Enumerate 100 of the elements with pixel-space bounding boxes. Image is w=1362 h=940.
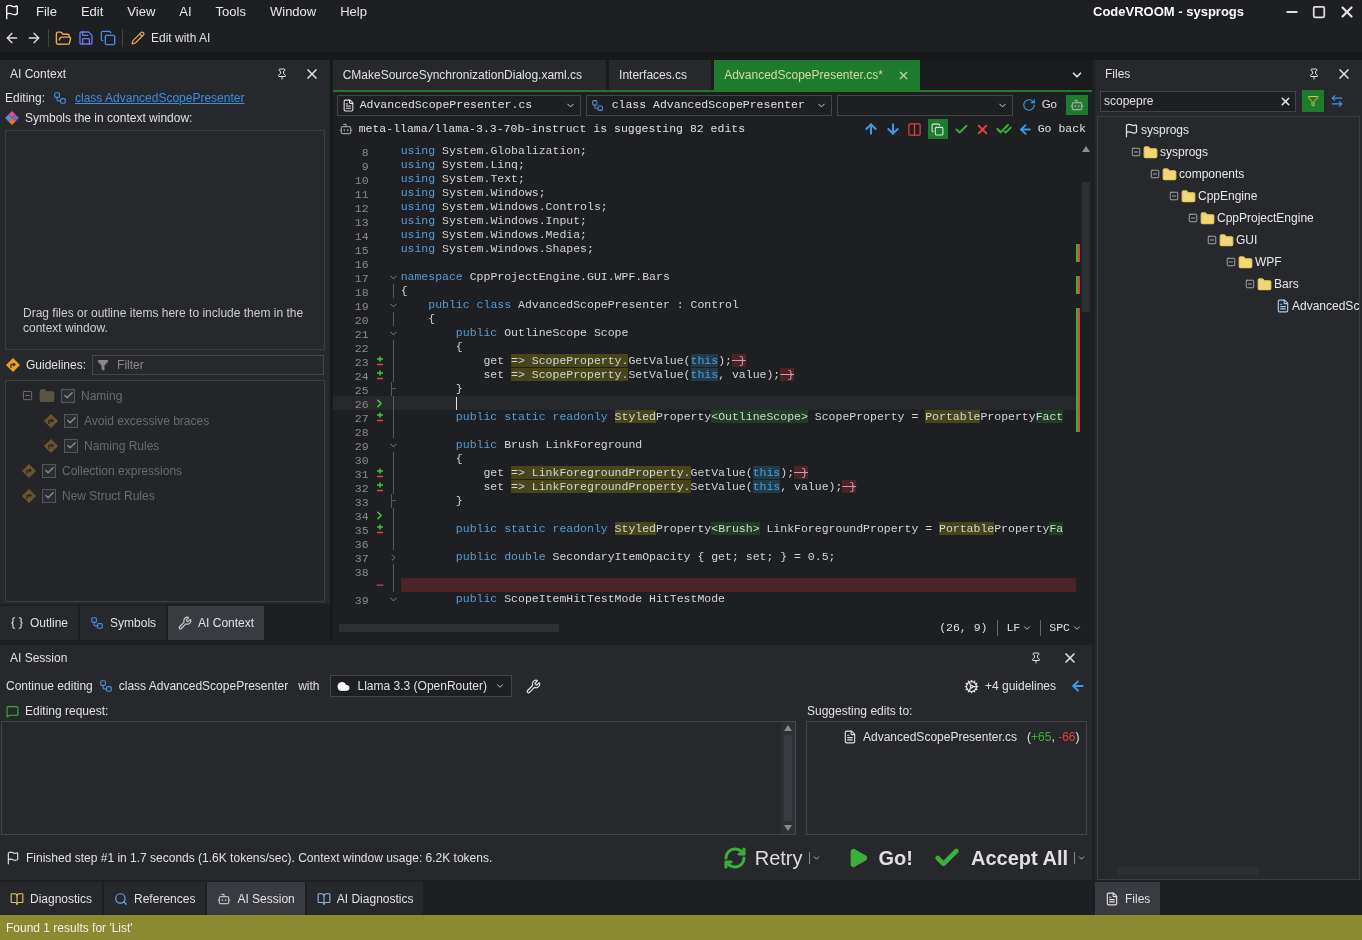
- forward-button[interactable]: [26, 30, 42, 46]
- panel-tab[interactable]: Symbols: [80, 606, 167, 640]
- class-dropdown[interactable]: class AdvancedScopePresenter: [585, 94, 832, 116]
- retry-menu-button[interactable]: [808, 851, 821, 864]
- open-folder-button[interactable]: [55, 29, 72, 47]
- plus-minus-icon: [375, 482, 384, 492]
- menu-item[interactable]: Edit: [68, 2, 116, 22]
- plus-minus-icon: [375, 524, 384, 534]
- file-icon: [341, 98, 355, 112]
- line-number: 18: [354, 286, 369, 299]
- signpost-icon: [22, 463, 36, 478]
- line-number: 33: [354, 496, 369, 509]
- change-summary: (+65, -66): [1027, 729, 1080, 746]
- editor-tab[interactable]: Interfaces.cs: [609, 60, 712, 90]
- diff-view-button[interactable]: [906, 121, 922, 137]
- line-number: 16: [354, 258, 369, 271]
- collapse-icon[interactable]: [1150, 169, 1160, 179]
- line-ending-dropdown[interactable]: LF: [1002, 619, 1037, 637]
- accept-all-button[interactable]: [995, 121, 1012, 137]
- save-all-button[interactable]: [100, 30, 116, 46]
- line-number: 17: [354, 272, 369, 285]
- panel-tab[interactable]: AI Diagnostics: [306, 882, 424, 915]
- pin-button[interactable]: [1030, 652, 1042, 664]
- continue-label: Continue editing: [6, 678, 93, 695]
- back-button[interactable]: [4, 30, 20, 46]
- line-number: 32: [354, 482, 369, 495]
- scroll-up-icon[interactable]: [1082, 146, 1090, 152]
- accept-all-button[interactable]: Accept All: [932, 842, 1068, 873]
- tree-item[interactable]: components: [1179, 165, 1245, 183]
- menu-item[interactable]: File: [24, 2, 69, 22]
- panel-tab[interactable]: AI Session: [207, 882, 305, 915]
- panel-title: AI Context: [10, 66, 68, 83]
- go-button[interactable]: Go: [1017, 96, 1061, 114]
- collapse-icon[interactable]: [1207, 235, 1217, 245]
- tree-item[interactable]: Bars: [1274, 275, 1299, 293]
- class-link[interactable]: class AdvancedScopePresenter: [75, 89, 245, 107]
- pencil-icon: [131, 31, 145, 45]
- retry-button[interactable]: Retry: [722, 842, 803, 873]
- notebook-icon: [10, 891, 24, 906]
- panel-tab[interactable]: AI Context: [168, 606, 265, 640]
- menu-item[interactable]: Window: [257, 2, 329, 22]
- go-button[interactable]: Go!: [846, 842, 913, 873]
- redo-arrow-icon: [1021, 98, 1036, 112]
- collapse-icon[interactable]: [1245, 279, 1255, 289]
- panel-tab[interactable]: Diagnostics: [0, 882, 103, 915]
- clear-button[interactable]: [1279, 94, 1292, 108]
- scroll-up-icon[interactable]: [784, 725, 792, 731]
- panel-tab[interactable]: References: [104, 882, 206, 915]
- collapse-icon[interactable]: [1226, 257, 1236, 267]
- model-dropdown[interactable]: Llama 3.3 (OpenRouter): [329, 675, 512, 697]
- tree-item[interactable]: CppProjectEngine: [1217, 209, 1314, 227]
- folder-icon: [1181, 188, 1196, 204]
- menu-item[interactable]: View: [115, 2, 168, 22]
- inline-view-button[interactable]: [927, 119, 948, 139]
- tree-item[interactable]: sysprogs: [1160, 143, 1209, 161]
- line-number: 22: [354, 342, 369, 355]
- line-number: 23: [354, 356, 369, 369]
- indent-dropdown[interactable]: SPC: [1045, 619, 1086, 637]
- class-icon: [90, 616, 105, 630]
- guidelines-count[interactable]: +4 guidelines: [984, 677, 1056, 695]
- collapse-icon[interactable]: [1188, 213, 1198, 223]
- menu-item[interactable]: Help: [328, 2, 379, 22]
- request-input[interactable]: [1, 721, 796, 835]
- go-back-button[interactable]: Go back: [1017, 120, 1086, 138]
- tree-item[interactable]: CppEngine: [1198, 187, 1258, 205]
- pin-button[interactable]: [275, 68, 288, 80]
- vertical-scrollbar[interactable]: [781, 722, 795, 834]
- line-number: 37: [354, 552, 369, 565]
- menu-item[interactable]: AI: [167, 2, 204, 22]
- sync-button[interactable]: [1330, 94, 1344, 108]
- collapse-button[interactable]: [1070, 678, 1086, 694]
- suggested-file-name[interactable]: AdvancedScopePresenter.cs: [863, 728, 1018, 746]
- flag-icon: [1124, 122, 1139, 138]
- wrench-icon: [178, 616, 193, 630]
- tree-item[interactable]: sysprogs: [1141, 121, 1190, 139]
- panel-tab[interactable]: Outline: [0, 606, 79, 640]
- menu-item[interactable]: Tools: [203, 2, 258, 22]
- pin-button[interactable]: [1308, 68, 1321, 80]
- editor-tab[interactable]: CMakeSourceSynchronizationDialog.xaml.cs: [332, 60, 607, 90]
- close-button[interactable]: [1338, 3, 1356, 21]
- editor-tab[interactable]: AdvancedScopePresenter.cs*: [714, 60, 920, 90]
- edit-with-ai-button[interactable]: Edit with AI: [129, 29, 213, 47]
- file-dropdown[interactable]: AdvancedScopePresenter.cs: [336, 94, 581, 116]
- close-button[interactable]: [1062, 650, 1078, 666]
- accept-menu-button[interactable]: [1074, 851, 1086, 864]
- tree-item[interactable]: WPF: [1255, 253, 1282, 271]
- cloud-icon: [336, 679, 350, 693]
- save-button[interactable]: [78, 30, 94, 46]
- search-field[interactable]: scopepre: [1100, 90, 1296, 112]
- maximize-button[interactable]: [1312, 5, 1326, 19]
- panel-tab[interactable]: Files: [1095, 882, 1161, 915]
- filter-field[interactable]: Filter: [92, 355, 324, 375]
- tree-item[interactable]: AdvancedSc: [1292, 297, 1360, 315]
- collapse-icon[interactable]: [1169, 191, 1179, 201]
- collapse-icon[interactable]: [1131, 147, 1141, 157]
- scroll-down-icon[interactable]: [784, 825, 792, 831]
- folder-icon: [39, 387, 55, 404]
- wrench-button[interactable]: [525, 678, 541, 694]
- file-icon: [843, 730, 857, 744]
- tree-item[interactable]: GUI: [1236, 231, 1258, 249]
